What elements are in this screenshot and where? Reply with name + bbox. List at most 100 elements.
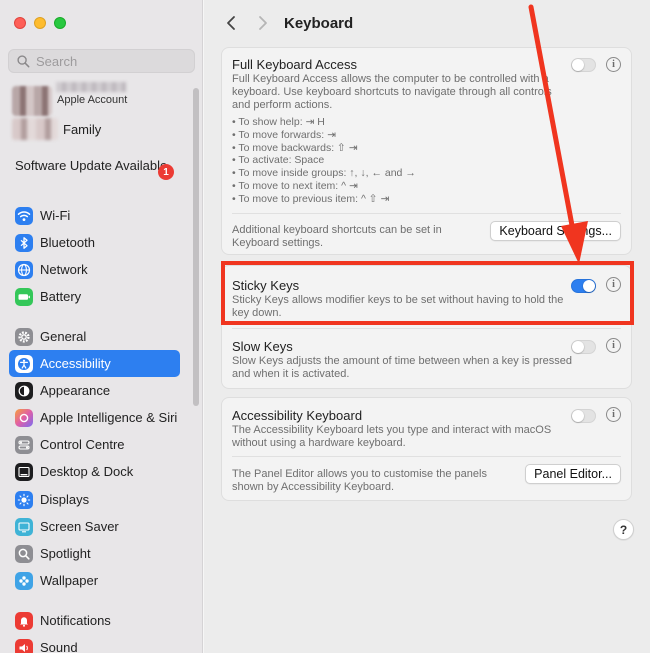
- slow-keys-description: Slow Keys adjusts the amount of time bet…: [232, 355, 572, 380]
- sidebar-item-desktop-dock[interactable]: Desktop & Dock: [9, 458, 180, 485]
- toggle-knob: [572, 59, 584, 71]
- software-update-badge: 1: [158, 164, 174, 180]
- keyboard-settings-note: Additional keyboard shortcuts can be set…: [232, 224, 442, 249]
- page-title: Keyboard: [284, 15, 354, 32]
- sidebar-item-label: Wi-Fi: [40, 208, 71, 223]
- globe-icon: [15, 260, 33, 279]
- sidebar-item-sound[interactable]: Sound: [9, 634, 180, 653]
- sidebar-item-control-centre[interactable]: Control Centre: [9, 431, 180, 458]
- slow-keys-info-icon[interactable]: i: [606, 338, 621, 353]
- sticky-keys-info-icon[interactable]: i: [606, 277, 621, 292]
- dock-icon: [15, 462, 33, 481]
- slow-keys-toggle[interactable]: [571, 340, 596, 354]
- appearance-icon: [15, 381, 33, 400]
- sidebar-item-screen-saver[interactable]: Screen Saver: [9, 513, 180, 540]
- list-item: • To activate: Space: [232, 154, 325, 167]
- sidebar-item-bluetooth[interactable]: Bluetooth: [9, 229, 180, 256]
- close-window-button[interactable]: [14, 17, 26, 29]
- sidebar-item-general[interactable]: General: [9, 323, 180, 350]
- sidebar-scrollbar[interactable]: [193, 88, 199, 406]
- bluetooth-icon: [15, 233, 33, 252]
- divider: [232, 456, 621, 457]
- sidebar-item-network[interactable]: Network: [9, 256, 180, 283]
- family-item[interactable]: Family: [12, 118, 101, 140]
- siri-icon: [15, 408, 33, 427]
- bell-icon: [15, 611, 33, 630]
- full-keyboard-access-group: Full Keyboard Access Full Keyboard Acces…: [221, 47, 632, 255]
- family-avatar: [12, 118, 58, 140]
- list-item: • To move forwards: ⇥: [232, 128, 336, 141]
- full-keyboard-access-toggle[interactable]: [571, 58, 596, 72]
- flower-icon: [15, 571, 33, 590]
- accessibility-keyboard-group: Accessibility Keyboard The Accessibility…: [221, 397, 632, 501]
- settings-window: Apple Account Family Software Update Ava…: [0, 0, 650, 653]
- panel-editor-button[interactable]: Panel Editor...: [525, 464, 621, 484]
- slow-keys-title: Slow Keys: [232, 339, 293, 354]
- screen-saver-icon: [15, 517, 33, 536]
- sidebar-item-appearance[interactable]: Appearance: [9, 377, 180, 404]
- account-avatar: [12, 86, 52, 116]
- sidebar-item-label: Bluetooth: [40, 235, 95, 250]
- accessibility-keyboard-toggle[interactable]: [571, 409, 596, 423]
- magnifier-icon: [15, 544, 33, 563]
- sidebar-item-label: Sound: [40, 640, 78, 653]
- sidebar-item-label: General: [40, 329, 87, 344]
- sidebar-item-label: Battery: [40, 289, 82, 304]
- help-button[interactable]: ?: [613, 519, 634, 540]
- apple-account-label: Apple Account: [57, 94, 128, 106]
- search-input[interactable]: [36, 53, 186, 69]
- sidebar: Apple Account Family Software Update Ava…: [0, 0, 203, 653]
- sticky-keys-toggle[interactable]: [571, 279, 596, 293]
- chevron-right-icon: [259, 16, 267, 30]
- full-keyboard-access-description: Full Keyboard Access allows the computer…: [232, 73, 552, 111]
- toggle-knob: [583, 280, 595, 292]
- sidebar-item-displays[interactable]: Displays: [9, 486, 180, 513]
- chevron-left-icon: [227, 16, 235, 30]
- sidebar-item-label: Screen Saver: [40, 519, 119, 534]
- full-keyboard-access-info-icon[interactable]: i: [606, 57, 621, 72]
- list-item: • To move inside groups: ↑, ↓, ← and →: [232, 167, 416, 180]
- sticky-keys-title: Sticky Keys: [232, 278, 300, 293]
- sidebar-item-label: Displays: [40, 492, 90, 507]
- keyboard-shortcut-list: • To show help: ⇥ H • To move forwards: …: [232, 116, 416, 206]
- sticky-keys-description: Sticky Keys allows modifier keys to be s…: [232, 294, 564, 319]
- accessibility-keyboard-title: Accessibility Keyboard: [232, 408, 363, 423]
- family-label: Family: [63, 121, 102, 137]
- sidebar-item-label: Control Centre: [40, 437, 125, 452]
- speaker-icon: [15, 638, 33, 653]
- software-update-item[interactable]: Software Update Available: [15, 158, 180, 173]
- battery-icon: [15, 287, 33, 306]
- sidebar-item-label: Accessibility: [40, 356, 111, 371]
- minimize-window-button[interactable]: [34, 17, 46, 29]
- apple-account-item[interactable]: Apple Account: [12, 82, 127, 116]
- sidebar-item-battery[interactable]: Battery: [9, 283, 180, 310]
- accessibility-icon: [15, 354, 33, 373]
- sidebar-item-accessibility[interactable]: Accessibility: [9, 350, 180, 377]
- account-name-redacted: [56, 82, 126, 92]
- sidebar-item-label: Wallpaper: [40, 573, 99, 588]
- back-button[interactable]: [221, 13, 241, 33]
- keyboard-settings-button[interactable]: Keyboard Settings...: [490, 221, 621, 241]
- toggle-knob: [572, 341, 584, 353]
- forward-button[interactable]: [253, 13, 273, 33]
- sidebar-item-label: Network: [40, 262, 88, 277]
- toggle-knob: [572, 410, 584, 422]
- sidebar-item-spotlight[interactable]: Spotlight: [9, 540, 180, 567]
- accessibility-keyboard-description: The Accessibility Keyboard lets you type…: [232, 424, 552, 449]
- sidebar-item-wifi[interactable]: Wi-Fi: [9, 202, 180, 229]
- gear-icon: [15, 327, 33, 346]
- window-controls: [14, 17, 66, 29]
- control-centre-icon: [15, 435, 33, 454]
- sidebar-item-label: Desktop & Dock: [40, 464, 134, 479]
- sidebar-item-label: Spotlight: [40, 546, 91, 561]
- sidebar-item-wallpaper[interactable]: Wallpaper: [9, 567, 180, 594]
- sidebar-item-apple-intelligence-siri[interactable]: Apple Intelligence & Siri: [9, 404, 180, 431]
- maximize-window-button[interactable]: [54, 17, 66, 29]
- search-field[interactable]: [8, 49, 195, 73]
- accessibility-keyboard-info-icon[interactable]: i: [606, 407, 621, 422]
- list-item: • To move to previous item: ^ ⇧ ⇥: [232, 192, 390, 205]
- list-item: • To move to next item: ^ ⇥: [232, 179, 358, 192]
- full-keyboard-access-title: Full Keyboard Access: [232, 57, 358, 72]
- sidebar-item-notifications[interactable]: Notifications: [9, 607, 180, 634]
- sidebar-item-label: Apple Intelligence & Siri: [40, 410, 178, 425]
